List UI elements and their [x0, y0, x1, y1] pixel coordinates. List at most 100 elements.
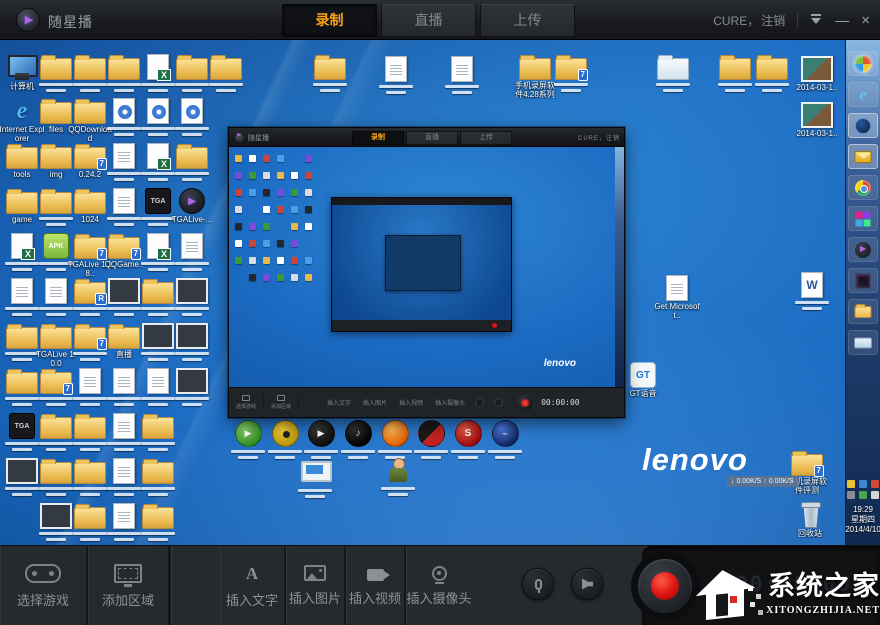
insert-image-button[interactable]: 插入图片	[286, 546, 346, 625]
taskbar-item-foxmail[interactable]	[848, 144, 878, 169]
desktop-icon[interactable]	[373, 56, 419, 94]
ie-icon: e	[859, 84, 867, 104]
nested-level3-window	[385, 235, 461, 292]
desktop-icon-2014-03-1..[interactable]: 2014-03-1..	[794, 56, 840, 92]
insert-text-button[interactable]: A 插入文字	[220, 546, 286, 625]
nested-desktop: lenovo	[229, 147, 624, 387]
tray-network-icon[interactable]	[858, 480, 867, 488]
record-button-dot	[651, 572, 679, 600]
microphone-icon	[534, 578, 542, 593]
nested-app-title: 随星播	[248, 135, 269, 142]
desktop-icon[interactable]	[135, 413, 181, 451]
tray-volume-icon[interactable]	[846, 491, 855, 499]
nested-window-controls: CURE，注销	[577, 136, 620, 142]
mirror-desktop-icon	[277, 257, 284, 264]
taskbar-item-ie[interactable]: e	[848, 82, 878, 107]
tray-security-icon[interactable]	[870, 480, 879, 488]
mirror-desktop-icon	[305, 274, 312, 281]
desktop-icon-2014-03-1..[interactable]: 2014-03-1..	[794, 102, 840, 138]
desktop-icon[interactable]: ~	[482, 420, 528, 459]
select-game-button[interactable]: 选择游戏	[0, 546, 88, 625]
site-watermark: 系统之家 XITONGZHIJIA.NET	[688, 548, 880, 625]
folder7-icon: 7	[555, 55, 588, 81]
desktop-icon[interactable]	[203, 54, 249, 92]
desktop-icon[interactable]: W	[789, 272, 835, 310]
desktop-icon[interactable]	[169, 98, 215, 136]
mirror-desktop-icon	[263, 274, 270, 281]
mirror-desktop-icon	[235, 223, 242, 230]
desktop-icon[interactable]	[135, 458, 181, 496]
minimize-icon[interactable]: —	[835, 13, 849, 27]
nested-speaker-button	[494, 398, 504, 407]
gamepad-icon	[25, 563, 61, 583]
thumb-icon	[801, 56, 833, 82]
nested-app-window[interactable]: 随星播 录制直播上传 CURE，注销 lenovo	[228, 127, 625, 418]
desktop-icon[interactable]	[169, 323, 215, 361]
folder-icon	[719, 55, 751, 80]
desktop-icon[interactable]	[169, 278, 215, 316]
taskbar-clock[interactable]: 19:29 星期四 2014/4/10	[845, 505, 880, 535]
desktop-icon[interactable]	[169, 233, 215, 271]
mirror-desktop-icon	[305, 155, 312, 162]
folderwhite-icon	[657, 55, 689, 80]
tray-mail-icon[interactable]	[846, 480, 855, 488]
nested-title-bar: 随星播 录制直播上传 CURE，注销	[229, 128, 624, 147]
mirror-desktop-icon	[291, 223, 298, 230]
desktop: lenovo ↓ 0.00K/S ↑ 0.00K/S 计算机 X 手机录屏软件4.2…	[0, 40, 880, 545]
letter-a-icon: A	[245, 563, 259, 583]
taskbar-item-dark-app[interactable]	[848, 268, 878, 293]
desktop-icon[interactable]	[650, 54, 696, 92]
icon-label: Get Microsoft..	[654, 302, 700, 320]
tray-update-icon[interactable]	[858, 491, 867, 499]
mirror-desktop-icon	[249, 257, 256, 264]
close-icon[interactable]: ×	[861, 13, 870, 28]
desktop-icon[interactable]	[292, 460, 338, 498]
taskbar-item-tray-drive[interactable]	[848, 330, 878, 355]
folder-icon	[210, 55, 242, 80]
windows-taskbar: e 19:29 星期四 2014/4/10	[845, 40, 880, 545]
tab-record[interactable]: 录制	[282, 4, 377, 37]
record-button[interactable]	[638, 559, 692, 613]
taskbar-item-browser[interactable]	[848, 113, 878, 138]
desktop-icon-Get Microsoft..[interactable]: Get Microsoft..	[654, 275, 700, 320]
desktop-icon-TGALive-...[interactable]: ▶ TGALive-...	[169, 188, 215, 224]
capp-red-icon: S	[454, 420, 482, 447]
watermark-url: XITONGZHIJIA.NET	[766, 605, 880, 616]
taskbar-item-chrome[interactable]	[848, 175, 878, 200]
mirror-desktop-icon	[305, 206, 312, 213]
desktop-icon-手机录屏软件评测[interactable]: 7 手机录屏软件评测	[784, 450, 830, 495]
insert-camera-button[interactable]: 插入摄像头	[406, 546, 472, 625]
desktop-icon[interactable]: 7	[548, 54, 594, 92]
tab-live[interactable]: 直播	[381, 4, 476, 37]
system-tray[interactable]	[846, 480, 880, 499]
logout-link[interactable]: 注销	[761, 12, 785, 29]
collapse-icon[interactable]	[810, 14, 823, 26]
mirror-desktop-icon	[263, 189, 270, 196]
desktop-icon[interactable]	[169, 368, 215, 406]
folder7-icon: 7	[791, 451, 824, 477]
taskbar-item-folder[interactable]	[848, 299, 878, 324]
mirror-desktop-icon	[277, 155, 284, 162]
mirror-desktop-icon	[235, 189, 242, 196]
speaker-button[interactable]	[571, 568, 603, 600]
desktop-icon-GT语音[interactable]: GT GT语音	[620, 362, 666, 398]
desktop-icon[interactable]	[439, 56, 485, 94]
tab-upload[interactable]: 上传	[480, 4, 575, 37]
taskbar-item-suixingbo[interactable]	[848, 237, 878, 262]
insert-video-button[interactable]: 插入视频	[346, 546, 406, 625]
mirror-desktop-icon	[249, 189, 256, 196]
microphone-button[interactable]	[522, 568, 554, 600]
desktop-icon[interactable]	[169, 143, 215, 181]
desktop-icon-回收站[interactable]: 回收站	[787, 502, 833, 538]
desktop-icon[interactable]	[749, 54, 795, 92]
desktop-icon[interactable]	[307, 54, 353, 92]
add-region-button[interactable]: 添加区域	[88, 546, 170, 625]
tray-misc-icon[interactable]	[870, 491, 879, 499]
excel-icon: X	[11, 233, 35, 260]
taskbar-item-start[interactable]	[848, 51, 878, 76]
capp-yellow-icon	[271, 420, 299, 447]
desktop-icon[interactable]	[135, 503, 181, 541]
taskbar-item-tiles[interactable]	[848, 206, 878, 231]
desktop-icon[interactable]	[375, 458, 421, 496]
nested-app-logo-icon	[235, 132, 244, 142]
